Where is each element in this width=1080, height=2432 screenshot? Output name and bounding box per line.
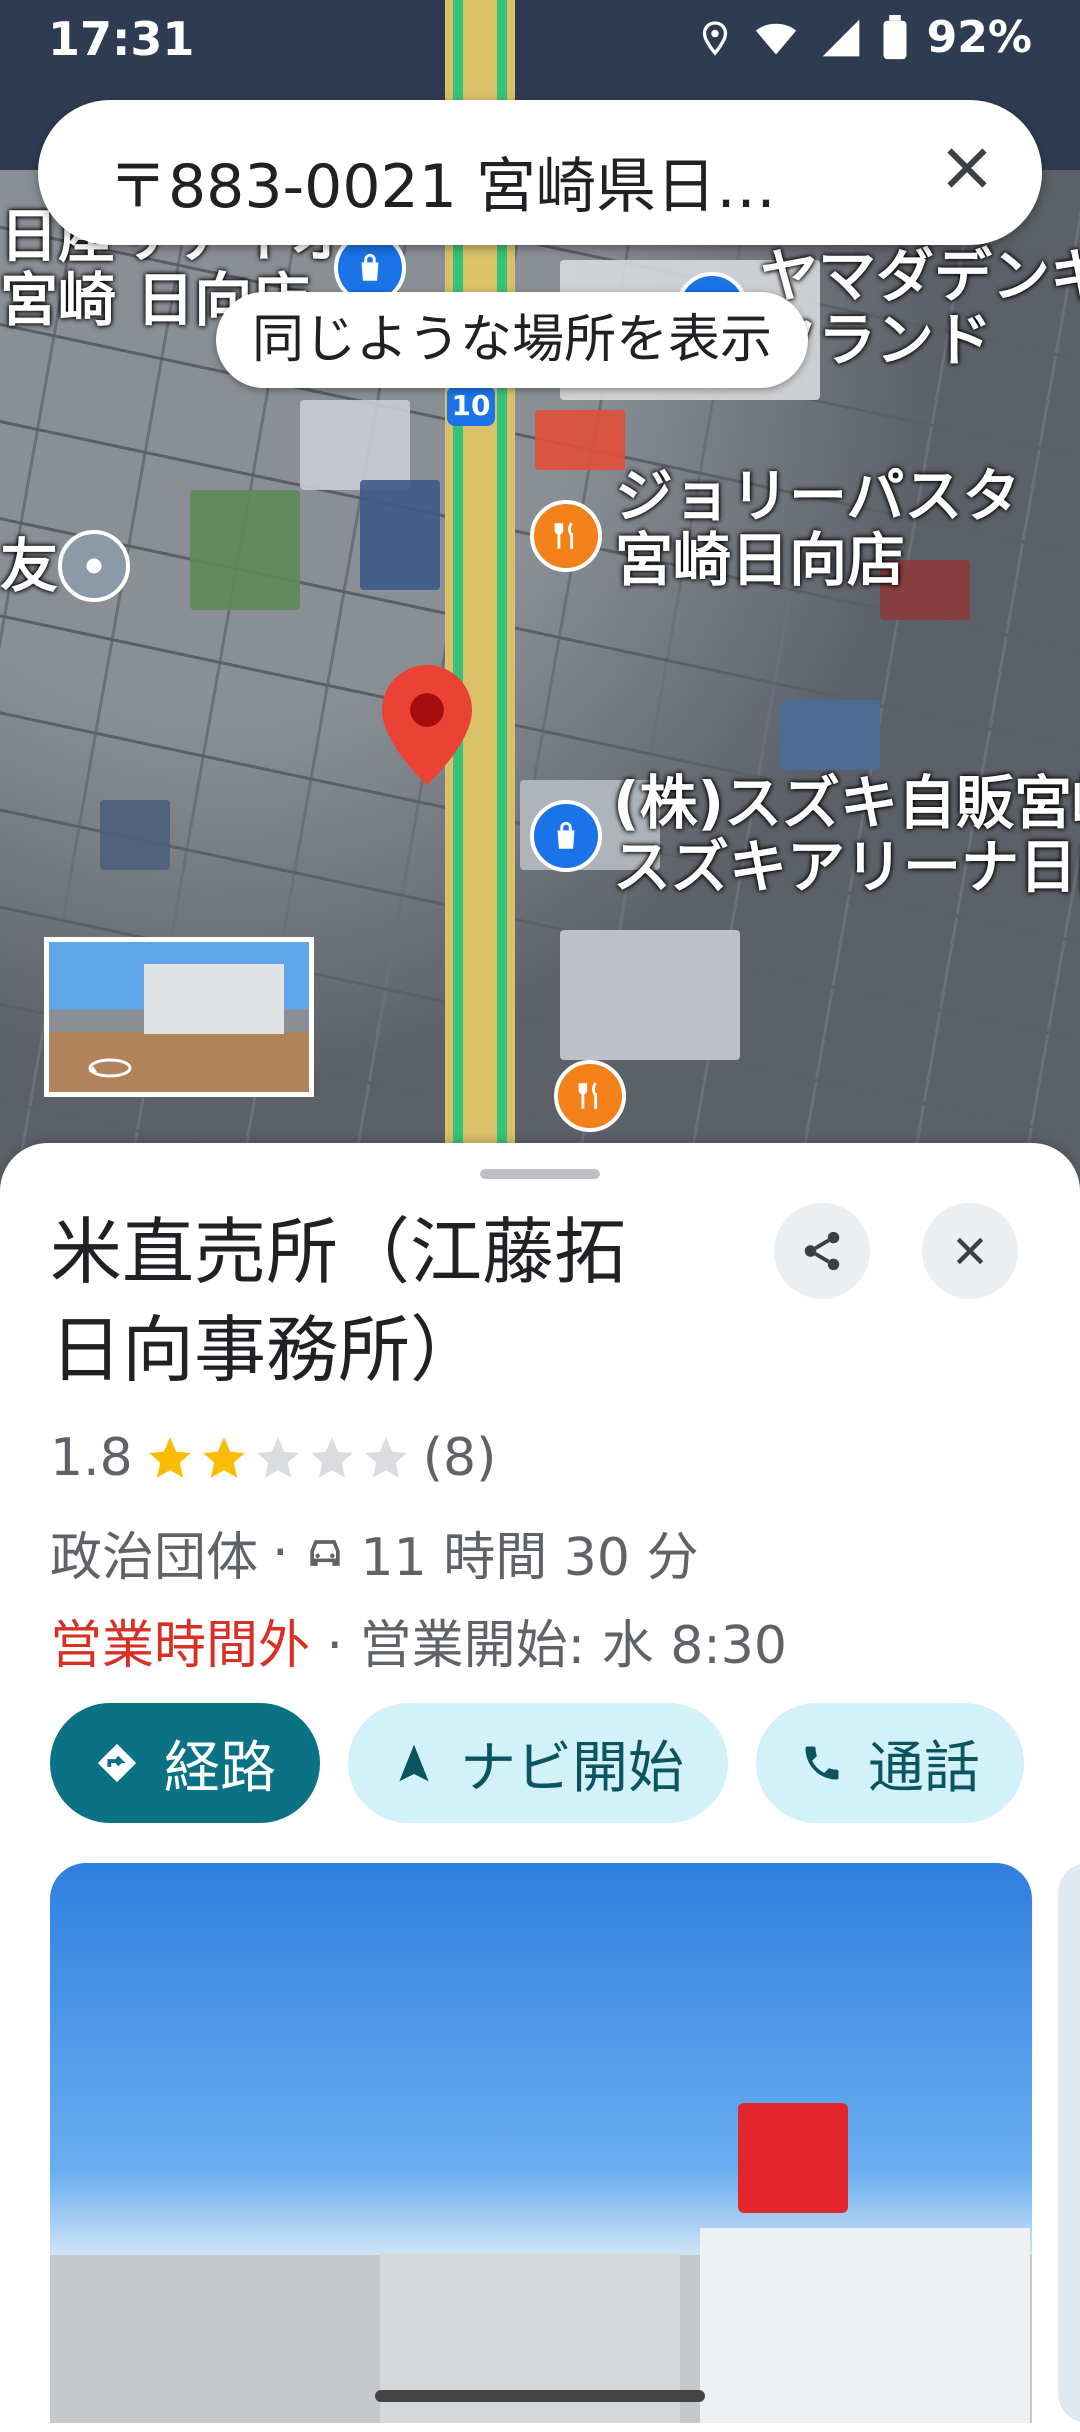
photo-building [700, 2228, 1030, 2423]
restaurant-poi-icon[interactable] [530, 500, 602, 572]
close-icon [956, 1237, 984, 1265]
battery-percent: 92% [926, 12, 1032, 63]
gesture-navigation-bar[interactable] [375, 2390, 705, 2402]
separator-dot: · [272, 1522, 289, 1583]
category-text: 政治団体 [50, 1528, 259, 1588]
star-rating [145, 1433, 411, 1483]
map-label-tomo[interactable]: 友 [0, 532, 59, 600]
building [360, 480, 440, 590]
selected-location-pin-icon [382, 665, 472, 785]
directions-label: 経路 [164, 1735, 276, 1801]
phone-icon [805, 1746, 839, 1780]
map-label-tomo-text: 友 [0, 532, 59, 600]
category-row: 政治団体 · 11 時間 30 分 [50, 1515, 698, 1590]
separator-dot: · [326, 1616, 360, 1676]
opening-time: 営業開始: 水 8:30 [359, 1616, 787, 1676]
wifi-icon [755, 23, 796, 54]
shopping-poi-icon[interactable] [530, 800, 602, 872]
clear-search-icon[interactable] [937, 138, 997, 198]
building [100, 800, 170, 870]
map-label-yamada[interactable]: ヤマダデンキ クランド [760, 242, 1080, 374]
search-bar[interactable]: 〒883-0021 宮崎県日… [38, 100, 1042, 245]
show-similar-places-chip[interactable]: 同じような場所を表示 [216, 292, 809, 388]
drag-handle[interactable] [480, 1169, 600, 1179]
next-photo[interactable] [1058, 1863, 1080, 2423]
map-label-jolly-text: ジョリーパスタ 宮崎日向店 [615, 462, 1021, 594]
building [780, 700, 880, 770]
restaurant-poi-icon[interactable] [554, 1060, 626, 1132]
close-sheet-button[interactable] [922, 1203, 1018, 1299]
star-empty-icon [310, 1437, 353, 1478]
call-label: 通話 [868, 1735, 980, 1801]
battery-icon [883, 14, 907, 59]
review-count: (8) [422, 1428, 497, 1488]
street-view-thumbnail[interactable] [44, 937, 314, 1097]
share-icon [804, 1231, 840, 1271]
star-empty-icon [256, 1437, 299, 1478]
location-icon [702, 20, 727, 56]
drive-time: 11 時間 30 分 [360, 1528, 699, 1588]
building [535, 410, 625, 470]
place-title: 米直売所（江藤拓 日向事務所） [50, 1203, 710, 1399]
directions-button[interactable]: 経路 [50, 1703, 320, 1823]
place-details-sheet: 米直売所（江藤拓 日向事務所） 1.8 (8) 政治団体 · 11 時間 30 … [0, 1143, 1080, 2432]
star-empty-icon [364, 1437, 407, 1478]
photo-sign [738, 2103, 848, 2213]
building [190, 490, 300, 610]
signal-icon [822, 19, 860, 56]
start-nav-label: ナビ開始 [460, 1735, 684, 1801]
clock: 17:31 [48, 12, 195, 66]
navigation-arrow-icon [399, 1744, 429, 1782]
rating-value: 1.8 [50, 1428, 133, 1488]
star-filled-icon [148, 1437, 191, 1478]
closed-status: 営業時間外 [50, 1616, 311, 1676]
building [560, 930, 740, 1060]
start-navigation-button[interactable]: ナビ開始 [348, 1703, 728, 1823]
place-poi-icon[interactable] [58, 530, 130, 602]
rotate-360-icon [88, 1058, 132, 1078]
status-icons: 92% [697, 12, 1032, 63]
place-photo[interactable] [50, 1863, 1032, 2423]
map-label-suzuki-text: (株)スズキ自販宮崎 スズキアリーナ日向 [613, 769, 1080, 901]
map-label-jolly-pasta[interactable]: ジョリーパスタ 宮崎日向店 [615, 462, 1021, 594]
action-buttons: 経路 ナビ開始 通話 [50, 1703, 1024, 1823]
directions-icon [97, 1743, 137, 1783]
route-number-badge: 10 [447, 386, 495, 426]
map-label-suzuki[interactable]: (株)スズキ自販宮崎 スズキアリーナ日向 [613, 769, 1080, 901]
car-icon [309, 1539, 340, 1566]
place-title-text: 米直売所（江藤拓 日向事務所） [50, 1210, 627, 1392]
building [300, 400, 410, 490]
call-button[interactable]: 通話 [756, 1703, 1024, 1823]
star-filled-icon [202, 1437, 245, 1478]
search-query-text: 〒883-0021 宮崎県日… [108, 152, 776, 222]
map-label-yamada-text: ヤマダデンキ クランド [760, 242, 1080, 374]
status-bar: 17:31 92% [0, 0, 1080, 80]
rating-row[interactable]: 1.8 (8) [50, 1428, 496, 1488]
hours-row[interactable]: 営業時間外 · 営業開始: 水 8:30 [50, 1603, 787, 1678]
share-button[interactable] [774, 1203, 870, 1299]
